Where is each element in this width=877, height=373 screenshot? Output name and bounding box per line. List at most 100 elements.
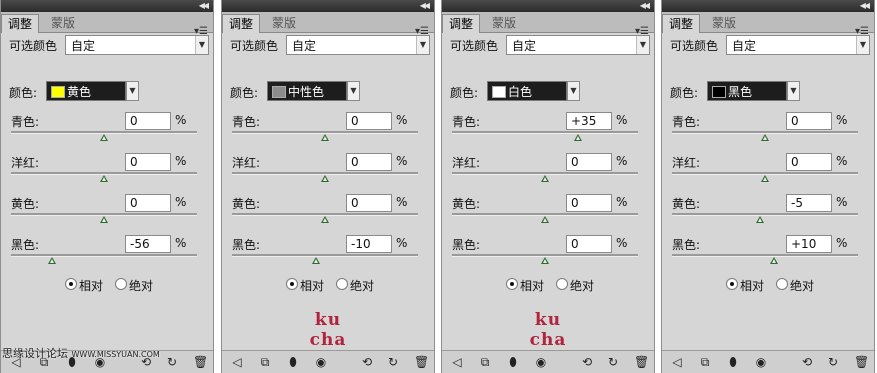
reset-icon[interactable]: ↻: [606, 355, 620, 369]
slider-value-input[interactable]: 0: [786, 112, 832, 130]
clip-to-layer-icon[interactable]: ⧉: [258, 355, 272, 369]
slider-thumb[interactable]: [321, 134, 329, 141]
radio-absolute[interactable]: [556, 278, 568, 290]
slider-track[interactable]: [232, 254, 418, 257]
radio-relative[interactable]: [65, 278, 77, 290]
color-field[interactable]: 黄色: [46, 81, 126, 101]
back-arrow-icon[interactable]: ◁: [670, 355, 684, 369]
clip-to-layer-icon[interactable]: ⧉: [698, 355, 712, 369]
color-select[interactable]: 中性色 ▼: [267, 81, 361, 101]
back-arrow-icon[interactable]: ◁: [230, 355, 244, 369]
slider-value-input[interactable]: -56: [125, 235, 171, 253]
radio-absolute-label[interactable]: 绝对: [570, 277, 594, 294]
slider-value-input[interactable]: +35: [566, 112, 612, 130]
slider-thumb[interactable]: [770, 257, 779, 264]
slider-thumb[interactable]: [573, 134, 582, 141]
radio-relative[interactable]: [506, 278, 518, 290]
slider-thumb[interactable]: [100, 175, 108, 182]
color-field[interactable]: 黑色: [707, 81, 787, 101]
layer-visibility-mask-icon[interactable]: ⬮: [286, 355, 300, 369]
slider-thumb[interactable]: [311, 257, 320, 264]
back-arrow-icon[interactable]: ◁: [450, 355, 464, 369]
slider-value-input[interactable]: 0: [125, 112, 171, 130]
slider-thumb[interactable]: [100, 134, 108, 141]
radio-relative[interactable]: [286, 278, 298, 290]
color-field[interactable]: 白色: [487, 81, 567, 101]
trash-icon[interactable]: 🗑: [193, 355, 208, 369]
slider-value-input[interactable]: 0: [346, 194, 392, 212]
slider-value-input[interactable]: -5: [786, 194, 832, 212]
trash-icon[interactable]: 🗑: [634, 355, 649, 369]
slider-thumb[interactable]: [541, 216, 549, 223]
slider-thumb[interactable]: [761, 175, 769, 182]
radio-relative-label[interactable]: 相对: [520, 277, 544, 294]
slider-track[interactable]: [11, 254, 197, 257]
preset-select[interactable]: 自定 ▼: [65, 35, 209, 55]
collapse-icon[interactable]: ◀◀: [420, 0, 430, 12]
slider-thumb[interactable]: [756, 216, 765, 223]
tab-adjustments[interactable]: 调整: [442, 14, 481, 33]
collapse-icon[interactable]: ◀◀: [199, 0, 209, 12]
color-select[interactable]: 黑色 ▼: [707, 81, 801, 101]
radio-absolute[interactable]: [336, 278, 348, 290]
radio-absolute[interactable]: [115, 278, 127, 290]
tab-adjustments[interactable]: 调整: [662, 14, 701, 33]
radio-absolute-label[interactable]: 绝对: [790, 277, 814, 294]
tab-adjustments[interactable]: 调整: [1, 14, 40, 33]
slider-thumb[interactable]: [761, 134, 769, 141]
chevron-down-icon[interactable]: ▼: [636, 36, 649, 54]
radio-relative-label[interactable]: 相对: [740, 277, 764, 294]
clip-to-layer-icon[interactable]: ⧉: [478, 355, 492, 369]
radio-absolute[interactable]: [776, 278, 788, 290]
slider-value-input[interactable]: 0: [566, 153, 612, 171]
radio-absolute-label[interactable]: 绝对: [129, 277, 153, 294]
slider-value-input[interactable]: 0: [566, 235, 612, 253]
slider-thumb[interactable]: [321, 216, 329, 223]
collapse-icon[interactable]: ◀◀: [860, 0, 870, 12]
radio-relative[interactable]: [726, 278, 738, 290]
visibility-eye-icon[interactable]: ◉: [314, 355, 328, 369]
reset-icon[interactable]: ↻: [165, 355, 179, 369]
slider-thumb[interactable]: [321, 175, 329, 182]
layer-visibility-mask-icon[interactable]: ⬮: [726, 355, 740, 369]
tab-masks[interactable]: 蒙版: [706, 14, 742, 32]
slider-thumb[interactable]: [541, 257, 549, 264]
tab-masks[interactable]: 蒙版: [486, 14, 522, 32]
preset-select[interactable]: 自定 ▼: [286, 35, 430, 55]
slider-track[interactable]: [672, 254, 858, 257]
radio-relative-label[interactable]: 相对: [79, 277, 103, 294]
chevron-down-icon[interactable]: ▼: [567, 81, 580, 101]
chevron-down-icon[interactable]: ▼: [416, 36, 429, 54]
tab-masks[interactable]: 蒙版: [266, 14, 302, 32]
layer-visibility-mask-icon[interactable]: ⬮: [506, 355, 520, 369]
reset-icon[interactable]: ↻: [826, 355, 840, 369]
view-previous-icon[interactable]: ⟲: [580, 355, 594, 369]
trash-icon[interactable]: 🗑: [854, 355, 869, 369]
reset-icon[interactable]: ↻: [386, 355, 400, 369]
visibility-eye-icon[interactable]: ◉: [754, 355, 768, 369]
chevron-down-icon[interactable]: ▼: [856, 36, 869, 54]
slider-value-input[interactable]: 0: [346, 153, 392, 171]
radio-relative-label[interactable]: 相对: [300, 277, 324, 294]
visibility-eye-icon[interactable]: ◉: [534, 355, 548, 369]
radio-absolute-label[interactable]: 绝对: [350, 277, 374, 294]
preset-select[interactable]: 自定 ▼: [726, 35, 870, 55]
chevron-down-icon[interactable]: ▼: [126, 81, 139, 101]
color-select[interactable]: 白色 ▼: [487, 81, 581, 101]
chevron-down-icon[interactable]: ▼: [195, 36, 208, 54]
slider-thumb[interactable]: [100, 216, 108, 223]
slider-value-input[interactable]: 0: [125, 194, 171, 212]
slider-value-input[interactable]: 0: [566, 194, 612, 212]
preset-select[interactable]: 自定 ▼: [506, 35, 650, 55]
color-select[interactable]: 黄色 ▼: [46, 81, 140, 101]
slider-track[interactable]: [672, 213, 858, 216]
slider-thumb[interactable]: [47, 257, 56, 264]
slider-thumb[interactable]: [541, 175, 549, 182]
slider-track[interactable]: [452, 131, 638, 134]
trash-icon[interactable]: 🗑: [414, 355, 429, 369]
slider-value-input[interactable]: 0: [125, 153, 171, 171]
view-previous-icon[interactable]: ⟲: [360, 355, 374, 369]
chevron-down-icon[interactable]: ▼: [787, 81, 800, 101]
color-field[interactable]: 中性色: [267, 81, 347, 101]
chevron-down-icon[interactable]: ▼: [347, 81, 360, 101]
